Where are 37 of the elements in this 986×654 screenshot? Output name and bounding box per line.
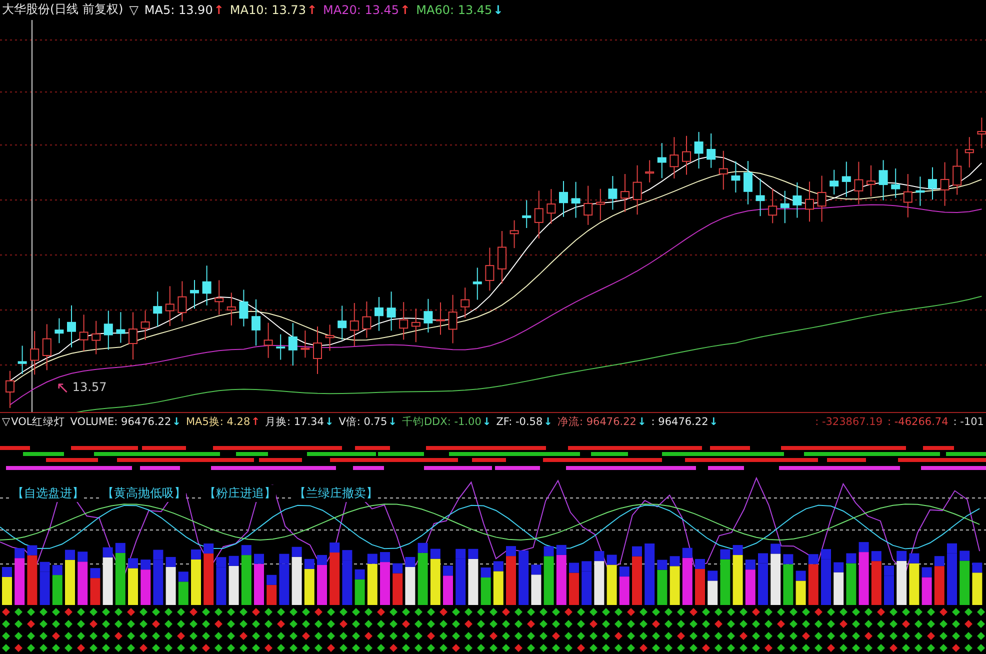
- trend-arrow: ↓: [493, 2, 504, 17]
- stock-title: 大华股份(日线 前复权): [2, 1, 124, 18]
- indicator-reading: 月换: 17.34: [264, 415, 324, 430]
- indicator-value: : -101: [953, 416, 984, 428]
- moving-average-reading: MA5: 13.90: [144, 2, 213, 17]
- trend-arrow: ↓: [637, 416, 646, 428]
- indicator-reading: VOLUME: 96476.22: [70, 416, 172, 428]
- collapse-marker[interactable]: ▽: [2, 416, 10, 428]
- moving-average-reading: MA20: 13.45: [323, 2, 400, 17]
- trend-arrow: ↓: [544, 416, 552, 428]
- trend-arrow: ↑: [306, 2, 318, 17]
- indicator-reading: : 96476.22: [651, 416, 708, 428]
- signal-label: 【黄高抛低吸】: [102, 485, 186, 502]
- trend-arrow: ↑: [251, 416, 260, 428]
- moving-average-reading: MA10: 13.73: [230, 2, 306, 17]
- low-price-label: 13.57: [72, 380, 107, 394]
- moving-average-reading: MA60: 13.45: [416, 2, 492, 17]
- trend-arrow: ↑: [400, 2, 410, 17]
- trend-arrow: ↓: [388, 416, 397, 428]
- trend-arrow: ↑: [214, 2, 224, 17]
- signal-label: 【粉庄进追】: [204, 485, 276, 502]
- indicator-reading: MA5换: 4.28: [186, 415, 250, 430]
- indicator-value: : -46266.74: [888, 416, 948, 428]
- trend-arrow: ↓: [172, 416, 181, 428]
- trend-arrow: ↓: [482, 416, 492, 428]
- trend-arrow: ↓: [324, 416, 334, 428]
- indicator-reading: 千钧DDX: -1.00: [402, 415, 482, 430]
- collapse-marker[interactable]: ▽: [129, 2, 138, 17]
- indicator-reading: ZF: -0.58: [496, 416, 543, 428]
- signal-label: 【自选盘进】: [12, 485, 84, 502]
- indicator-value: : -323867.19: [815, 416, 883, 428]
- trend-arrow: ↓: [709, 416, 718, 428]
- indicator-reading: V倍: 0.75: [338, 415, 388, 430]
- signal-label: 【兰绿庄撤卖】: [294, 485, 378, 502]
- indicator-reading: 净流: 96476.22: [557, 415, 636, 430]
- indicator-name: VOL红绿灯: [11, 415, 66, 430]
- pointer-arrow: ↖: [56, 378, 70, 396]
